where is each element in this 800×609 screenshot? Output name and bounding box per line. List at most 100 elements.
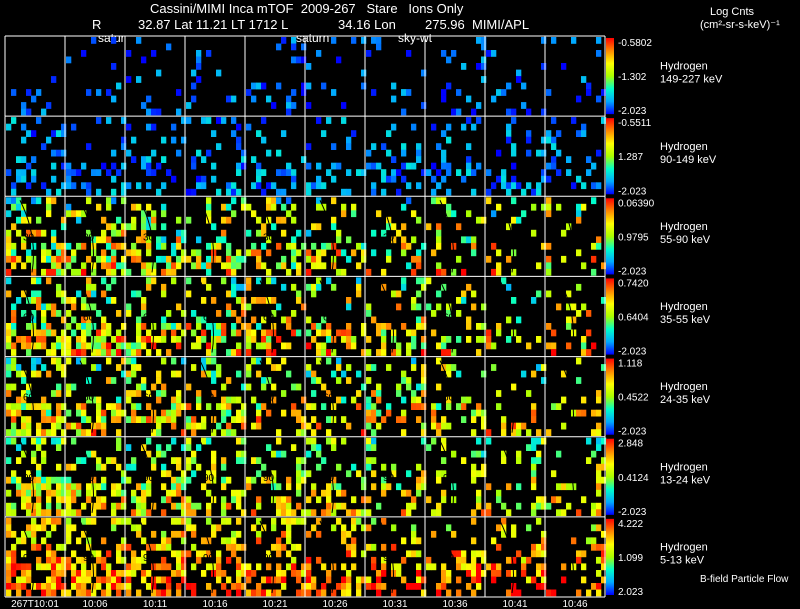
heatmap-cell (176, 550, 182, 558)
heatmap-cell (241, 422, 247, 430)
heatmap-cell (86, 323, 92, 330)
colorbar-tick-label: 0.4522 (618, 393, 649, 404)
heatmap-cell (421, 377, 427, 384)
heatmap-cell (181, 483, 187, 491)
heatmap-cell (441, 50, 447, 57)
heatmap-cell (291, 203, 297, 211)
heatmap-cell (291, 409, 297, 417)
heatmap-cell (111, 223, 117, 231)
heatmap-cell (121, 556, 127, 564)
panel-r1-c6 (366, 123, 427, 196)
heatmap-cell (416, 396, 422, 404)
heatmap-cell (551, 162, 557, 170)
heatmap-cell (421, 102, 427, 109)
heatmap-cell (6, 123, 12, 131)
heatmap-cell (331, 502, 337, 510)
heatmap-cell (326, 483, 332, 491)
heatmap-cell (406, 349, 412, 356)
heatmap-cell (186, 323, 192, 330)
heatmap-cell (251, 210, 257, 218)
heatmap-cell (511, 182, 517, 190)
heatmap-cell (231, 95, 237, 103)
heatmap-cell (71, 349, 77, 356)
heatmap-cell (176, 262, 182, 270)
heatmap-cell (496, 329, 502, 337)
heatmap-cell (151, 210, 157, 218)
heatmap-cell (236, 589, 242, 597)
heatmap-cell (166, 310, 172, 317)
heatmap-cell (31, 156, 37, 163)
heatmap-cell (191, 156, 197, 163)
heatmap-cell (391, 156, 397, 163)
heatmap-cell (501, 89, 507, 96)
heatmap-cell (241, 323, 247, 330)
panel-r3-c7: 60 (426, 277, 487, 356)
heatmap-cell (436, 182, 442, 190)
heatmap-cell (426, 556, 432, 564)
heatmap-cell (161, 156, 167, 163)
heatmap-cell (196, 249, 202, 257)
heatmap-cell (471, 108, 477, 116)
heatmap-cell (16, 297, 22, 304)
heatmap-cell (301, 416, 307, 423)
heatmap-cell (51, 524, 57, 532)
heatmap-cell (41, 364, 47, 371)
heatmap-cell (96, 336, 102, 343)
heatmap-cell (166, 563, 172, 571)
heatmap-cell (36, 277, 42, 285)
heatmap-cell (51, 390, 57, 397)
heatmap-cell (351, 509, 357, 517)
heatmap-cell (256, 583, 262, 590)
heatmap-cell (361, 329, 367, 337)
heatmap-cell (596, 463, 602, 471)
heatmap-cell (181, 530, 187, 538)
heatmap-cell (76, 429, 82, 436)
heatmap-cell (596, 509, 602, 517)
heatmap-cell (71, 496, 77, 504)
panel-r5-c6: 90 (366, 437, 427, 517)
heatmap-cell (26, 570, 32, 577)
heatmap-cell (456, 336, 462, 343)
heatmap-cell (41, 483, 47, 491)
panel-r1-c2 (126, 117, 187, 196)
heatmap-cell (581, 550, 587, 558)
heatmap-cell (526, 556, 532, 564)
heatmap-cell (216, 570, 222, 577)
heatmap-cell (541, 502, 547, 510)
heatmap-cell (76, 509, 82, 517)
heatmap-cell (206, 268, 212, 276)
heatmap-cell (401, 576, 407, 584)
heatmap-cell (26, 336, 32, 343)
heatmap-cell (251, 329, 257, 337)
heatmap-cell (36, 336, 42, 343)
heatmap-cell (256, 175, 262, 183)
heatmap-cell (176, 589, 182, 597)
heatmap-cell (266, 349, 272, 356)
panel-r3-c3: 60 (186, 277, 247, 356)
heatmap-cell (191, 310, 197, 317)
heatmap-cell (181, 310, 187, 317)
heatmap-cell (526, 108, 532, 116)
heatmap-cell (411, 364, 417, 371)
heatmap-cell (546, 502, 552, 510)
heatmap-cell (156, 416, 162, 423)
heatmap-cell (581, 396, 587, 404)
heatmap-cell (231, 543, 237, 551)
heatmap-cell (326, 496, 332, 504)
heatmap-cell (361, 550, 367, 558)
heatmap-cell (291, 255, 297, 263)
heatmap-cell (86, 277, 92, 285)
heatmap-cell (306, 316, 312, 324)
heatmap-cell (141, 102, 147, 109)
heatmap-cell (371, 517, 377, 525)
heatmap-cell (286, 108, 292, 116)
heatmap-cell (226, 95, 232, 103)
heatmap-cell (456, 576, 462, 584)
heatmap-cell (321, 262, 327, 270)
heatmap-cell (41, 342, 47, 350)
colorbar-r3 (606, 278, 614, 355)
heatmap-cell (101, 316, 107, 324)
heatmap-cell (236, 489, 242, 497)
heatmap-cell (36, 444, 42, 451)
heatmap-cell (416, 403, 422, 410)
